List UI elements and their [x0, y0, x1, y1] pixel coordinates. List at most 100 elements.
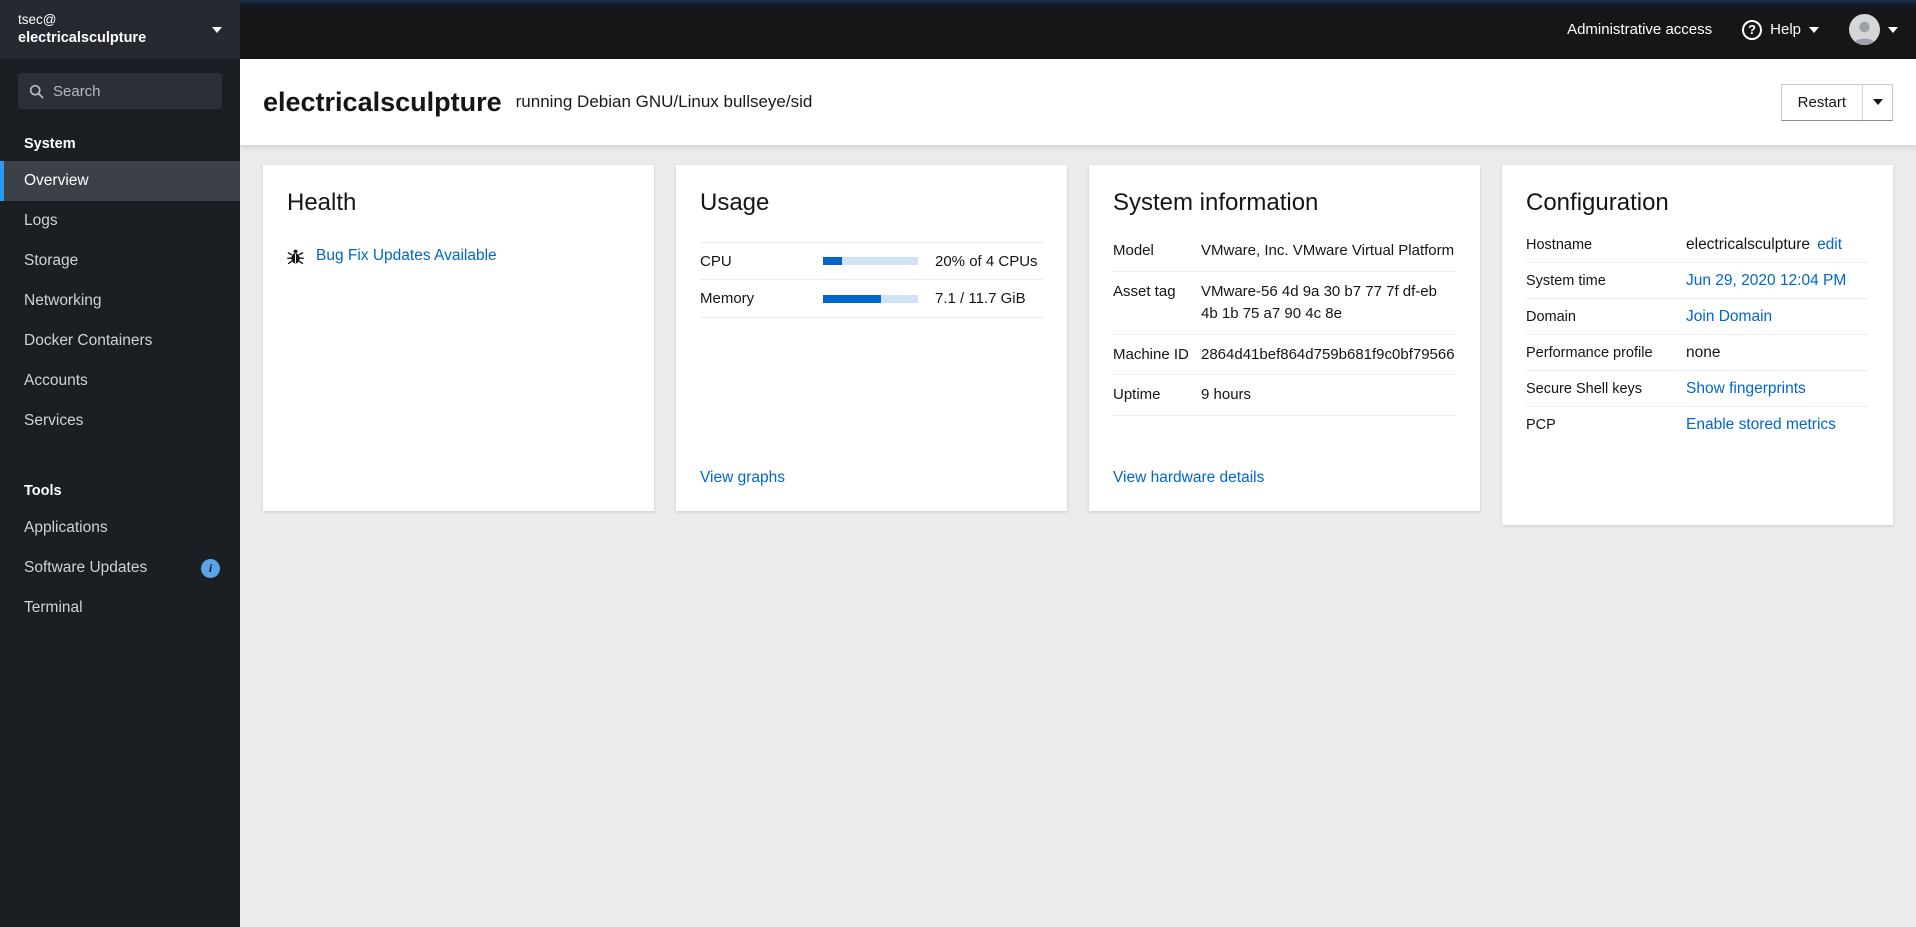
system-time-label: System time [1526, 273, 1606, 289]
sidebar-item-label: Storage [24, 252, 79, 269]
memory-progress-fill [823, 294, 881, 303]
sidebar-item-overview[interactable]: Overview [0, 161, 240, 201]
administrative-access-label: Administrative access [1567, 21, 1713, 38]
sidebar-item-logs[interactable]: Logs [0, 201, 240, 241]
cpu-progress-fill [823, 257, 842, 265]
health-card-title: Health [287, 189, 357, 216]
sidebar-item-label: Software Updates [24, 559, 148, 576]
host-switcher[interactable]: tsec@ electricalsculpture [0, 0, 240, 59]
cpu-progress-bar [823, 257, 918, 265]
usage-card-title: Usage [700, 189, 770, 216]
asset-tag-label: Asset tag [1113, 282, 1176, 300]
configuration-table: Hostname electricalsculpture edit System… [1526, 227, 1869, 442]
uptime-label: Uptime [1113, 386, 1161, 403]
asset-tag-value: VMware-56 4d 9a 30 b7 77 7f df-eb 4b 1b … [1201, 282, 1437, 323]
view-hardware-details-link[interactable]: View hardware details [1113, 469, 1456, 487]
usage-card: Usage CPU 20% of 4 CPUs Memory 7.1 / 11.… [676, 165, 1067, 511]
bug-fix-updates-link[interactable]: Bug Fix Updates Available [316, 247, 497, 265]
sidebar-item-docker-containers[interactable]: Docker Containers [0, 321, 240, 361]
chevron-down-icon [212, 26, 222, 33]
chevron-down-icon [1809, 26, 1819, 33]
sidebar-item-accounts[interactable]: Accounts [0, 361, 240, 401]
sidebar-item-label: Terminal [24, 599, 83, 616]
cpu-label: CPU [700, 252, 732, 270]
host-user: tsec@ [18, 12, 57, 27]
search-icon [29, 84, 44, 99]
sidebar-item-applications[interactable]: Applications [0, 508, 240, 548]
restart-button[interactable]: Restart [1780, 83, 1862, 121]
bug-icon [287, 249, 304, 264]
view-graphs-link[interactable]: View graphs [700, 469, 1043, 487]
host-name: electricalsculpture [18, 29, 147, 46]
sidebar-item-label: Overview [24, 172, 89, 189]
machine-id-label: Machine ID [1113, 345, 1189, 363]
user-icon [1853, 21, 1876, 45]
search-input[interactable] [53, 82, 211, 100]
secure-shell-keys-label: Secure Shell keys [1526, 381, 1643, 397]
cpu-value: 20% of 4 CPUs [935, 252, 1038, 270]
performance-profile-value: none [1686, 344, 1721, 361]
sidebar-item-label: Networking [24, 292, 102, 309]
pcp-label: PCP [1526, 417, 1556, 433]
sidebar-item-label: Logs [24, 212, 58, 229]
info-icon: i [201, 558, 220, 578]
table-row: Model VMware, Inc. VMware Virtual Platfo… [1113, 231, 1456, 272]
administrative-access-button[interactable]: Administrative access [1567, 21, 1712, 38]
sidebar-item-label: Docker Containers [24, 332, 153, 349]
sidebar-item-terminal[interactable]: Terminal [0, 588, 240, 628]
usage-table: CPU 20% of 4 CPUs Memory 7.1 / 11.7 GiB [700, 242, 1043, 318]
table-row: Uptime 9 hours [1113, 375, 1456, 416]
sidebar: tsec@ electricalsculpture System Overvie… [0, 0, 240, 927]
configuration-card-title: Configuration [1526, 189, 1669, 216]
help-menu[interactable]: ? Help [1742, 19, 1819, 40]
user-menu[interactable] [1849, 14, 1898, 45]
edit-hostname-link[interactable]: edit [1817, 236, 1842, 254]
uptime-value: 9 hours [1201, 386, 1252, 403]
page-header: electricalsculpture running Debian GNU/L… [240, 59, 1916, 145]
hostname-value: electricalsculpture [1686, 236, 1811, 253]
table-row: Asset tag VMware-56 4d 9a 30 b7 77 7f df… [1113, 272, 1456, 335]
usage-row-cpu: CPU 20% of 4 CPUs [700, 242, 1043, 280]
sidebar-item-storage[interactable]: Storage [0, 241, 240, 281]
table-row: PCP Enable stored metrics [1526, 407, 1869, 442]
sidebar-item-label: Applications [24, 519, 108, 536]
help-icon: ? [1742, 19, 1763, 40]
model-value: VMware, Inc. VMware Virtual Platform [1201, 242, 1455, 259]
system-information-card-title: System information [1113, 189, 1319, 216]
sidebar-item-label: Accounts [24, 372, 88, 389]
memory-value: 7.1 / 11.7 GiB [935, 290, 1026, 307]
nav-section-system: System [24, 136, 76, 152]
memory-label: Memory [700, 290, 755, 307]
table-row: Performance profile none [1526, 335, 1869, 371]
enable-stored-metrics-link[interactable]: Enable stored metrics [1686, 416, 1836, 434]
table-row: Secure Shell keys Show fingerprints [1526, 371, 1869, 407]
avatar [1849, 14, 1880, 45]
table-row: Domain Join Domain [1526, 299, 1869, 335]
page-title: electricalsculpture [263, 86, 502, 117]
configuration-card: Configuration Hostname electricalsculptu… [1502, 165, 1893, 525]
table-row: Machine ID 2864d41bef864d759b681f9c0bf79… [1113, 335, 1456, 375]
system-information-table: Model VMware, Inc. VMware Virtual Platfo… [1113, 231, 1456, 416]
join-domain-link[interactable]: Join Domain [1686, 308, 1772, 326]
sidebar-item-networking[interactable]: Networking [0, 281, 240, 321]
sidebar-item-services[interactable]: Services [0, 401, 240, 441]
model-label: Model [1113, 242, 1154, 259]
show-fingerprints-link[interactable]: Show fingerprints [1686, 380, 1806, 398]
system-information-card: System information Model VMware, Inc. VM… [1089, 165, 1480, 511]
domain-label: Domain [1526, 309, 1576, 325]
search-box[interactable] [18, 73, 222, 109]
memory-progress-bar [823, 294, 918, 303]
sidebar-item-software-updates[interactable]: Software Updates i [0, 548, 240, 588]
nav-section-tools: Tools [24, 483, 62, 499]
chevron-down-icon [1872, 99, 1883, 105]
performance-profile-label: Performance profile [1526, 345, 1653, 361]
sidebar-item-label: Services [24, 412, 84, 429]
table-row: System time Jun 29, 2020 12:04 PM [1526, 263, 1869, 299]
overview-content: Health Bug Fix Updates Available Usage C… [240, 145, 1916, 927]
system-time-link[interactable]: Jun 29, 2020 12:04 PM [1686, 272, 1846, 290]
machine-id-value: 2864d41bef864d759b681f9c0bf79566 [1201, 345, 1455, 363]
restart-split-button: Restart [1780, 83, 1893, 121]
table-row: Hostname electricalsculpture edit [1526, 227, 1869, 263]
help-label: Help [1770, 21, 1801, 38]
restart-dropdown-toggle[interactable] [1862, 83, 1893, 121]
